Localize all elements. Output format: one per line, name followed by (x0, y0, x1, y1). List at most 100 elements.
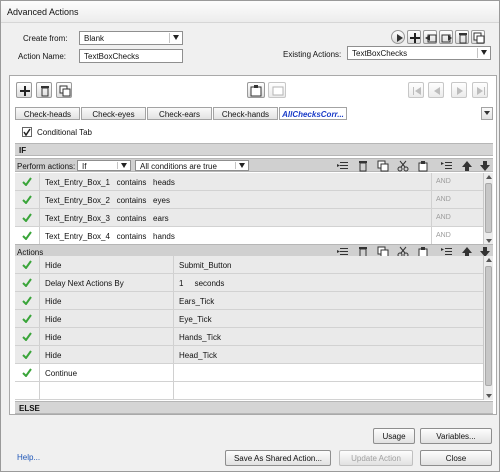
prev-tab-button[interactable] (428, 82, 444, 98)
scrollbar-thumb[interactable] (485, 183, 492, 233)
export-button[interactable] (439, 30, 453, 44)
create-from-label: Create from: (23, 34, 68, 43)
add-tab-button[interactable] (16, 82, 32, 98)
tab-check-heads[interactable]: Check-heads (15, 107, 80, 120)
trash-icon (459, 33, 467, 44)
close-button[interactable]: Close (420, 450, 492, 466)
existing-actions-dropdown[interactable]: TextBoxChecks (347, 46, 491, 60)
paste-tab-button[interactable] (247, 82, 265, 98)
checkmark-icon (22, 314, 32, 323)
create-from-value: Blank (84, 34, 105, 43)
tab-check-hands[interactable]: Check-hands (213, 107, 278, 120)
condition-mode-dropdown[interactable]: All conditions are true (135, 160, 249, 171)
action-type: Continue (45, 369, 78, 378)
delete-tab-button[interactable] (36, 82, 52, 98)
action-row[interactable]: Hide Eye_Tick (15, 310, 483, 328)
help-link[interactable]: Help... (17, 453, 40, 462)
checkmark-icon (22, 332, 32, 341)
condition-operator: AND (436, 232, 451, 239)
checkmark-icon (22, 177, 32, 186)
condition-row[interactable]: Text_Entry_Box_2 contains eyes AND (15, 191, 483, 209)
action-target: Submit_Button (179, 261, 232, 270)
create-from-dropdown[interactable]: Blank (79, 31, 183, 45)
advanced-actions-dialog: Advanced Actions Create from: Blank Acti… (0, 0, 500, 472)
action-type: Hide (45, 297, 62, 306)
first-tab-button[interactable] (408, 82, 424, 98)
condition-operator: AND (436, 214, 451, 221)
new-action-button[interactable] (407, 30, 421, 44)
tabs-overflow-button[interactable] (481, 107, 493, 120)
update-action-button[interactable]: Update Action (339, 450, 413, 466)
first-icon (413, 87, 421, 95)
import-icon (425, 34, 437, 43)
action-row[interactable]: Hide Ears_Tick (15, 292, 483, 310)
export-icon (441, 34, 452, 43)
condition-row[interactable]: Text_Entry_Box_4 contains hands AND (15, 227, 483, 245)
scissors-icon[interactable] (397, 160, 409, 172)
action-row[interactable]: Hide Hands_Tick (15, 328, 483, 346)
action-name-input[interactable]: TextBoxChecks (79, 49, 183, 63)
scroll-up-icon (486, 258, 492, 262)
conditional-tab-label: Conditional Tab (37, 128, 93, 137)
next-tab-button[interactable] (451, 82, 467, 98)
condition-expression: Text_Entry_Box_4 contains hands (45, 232, 175, 241)
condition-mode-value: All conditions are true (140, 162, 217, 171)
insert-row-icon[interactable] (441, 160, 453, 172)
action-target: Head_Tick (179, 351, 217, 360)
arrow-up-icon[interactable] (461, 160, 473, 172)
duplicate-icon (473, 32, 485, 44)
tab-check-eyes[interactable]: Check-eyes (81, 107, 146, 120)
action-target: Hands_Tick (179, 333, 221, 342)
arrow-down-icon[interactable] (479, 160, 491, 172)
action-target: 1 seconds (179, 279, 225, 288)
checkmark-icon (23, 128, 31, 137)
paste-icon[interactable] (417, 160, 429, 172)
insert-condition-icon[interactable] (337, 160, 349, 172)
action-row[interactable]: Continue (15, 364, 483, 382)
action-row[interactable]: Hide Head_Tick (15, 346, 483, 364)
conditions-scrollbar[interactable] (483, 173, 493, 245)
action-name-label: Action Name: (18, 52, 67, 61)
actions-scrollbar[interactable] (483, 256, 493, 400)
duplicate-action-button[interactable] (471, 30, 485, 44)
perform-mode-dropdown[interactable]: If (77, 160, 131, 171)
copy-tab-button[interactable] (268, 82, 286, 98)
condition-row[interactable]: Text_Entry_Box_1 contains heads AND (15, 173, 483, 191)
condition-row[interactable]: Text_Entry_Box_3 contains ears AND (15, 209, 483, 227)
copy-icon[interactable] (377, 160, 389, 172)
scroll-down-icon (486, 394, 492, 398)
action-row[interactable]: Hide Submit_Button (15, 256, 483, 274)
condition-tabs: Check-heads Check-eyes Check-ears Check-… (15, 107, 493, 120)
preview-button[interactable] (391, 30, 405, 44)
action-type: Delay Next Actions By (45, 279, 124, 288)
dialog-title: Advanced Actions (1, 1, 499, 23)
action-target: Eye_Tick (179, 315, 212, 324)
save-as-shared-action-button[interactable]: Save As Shared Action... (225, 450, 331, 466)
conditional-tab-checkbox[interactable] (22, 127, 32, 137)
checkmark-icon (22, 231, 32, 240)
trash-icon[interactable] (357, 160, 369, 172)
chevron-down-icon (484, 111, 490, 115)
import-button[interactable] (423, 30, 437, 44)
plus-icon (410, 33, 420, 43)
prev-icon (434, 87, 440, 95)
tab-all-checks-correct[interactable]: AllChecksCorr... (279, 107, 347, 120)
action-row-empty[interactable] (15, 382, 483, 400)
checkmark-icon (22, 278, 32, 287)
delete-action-button[interactable] (455, 30, 469, 44)
duplicate-tab-button[interactable] (56, 82, 72, 98)
last-tab-button[interactable] (472, 82, 488, 98)
last-icon (477, 87, 485, 95)
checkmark-icon (22, 296, 32, 305)
action-name-value: TextBoxChecks (84, 52, 140, 61)
duplicate-icon (59, 85, 71, 97)
perform-actions-label: Perform actions: (17, 162, 76, 171)
chevron-down-icon (121, 163, 127, 168)
action-row[interactable]: Delay Next Actions By 1 seconds (15, 274, 483, 292)
chevron-down-icon (173, 35, 179, 40)
checkmark-icon (22, 260, 32, 269)
scrollbar-thumb[interactable] (485, 266, 492, 386)
tab-check-ears[interactable]: Check-ears (147, 107, 212, 120)
variables-button[interactable]: Variables... (420, 428, 492, 444)
usage-button[interactable]: Usage (373, 428, 415, 444)
